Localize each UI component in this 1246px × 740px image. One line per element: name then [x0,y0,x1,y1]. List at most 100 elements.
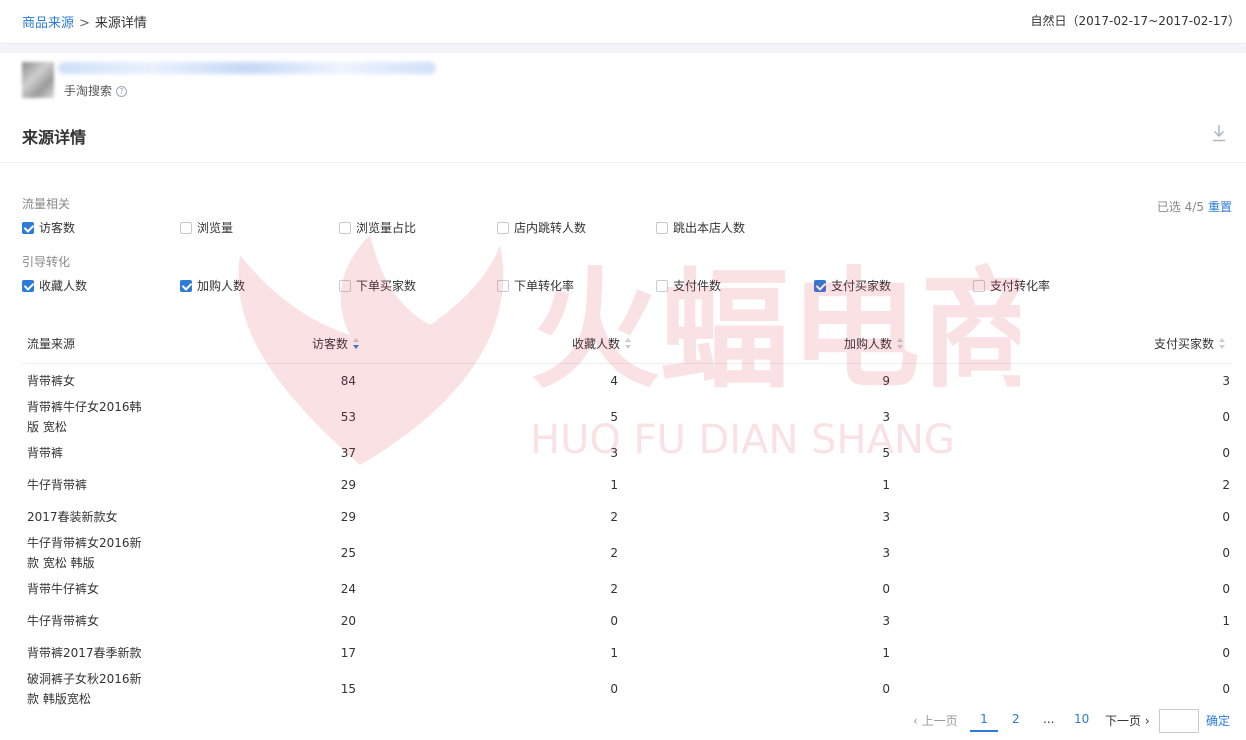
checkbox-paid-buyers[interactable]: 支付买家数 [814,277,891,294]
cell-visitors: 84 [340,374,356,388]
help-icon[interactable]: ? [116,86,128,97]
pagination-page-10[interactable]: 10 [1074,712,1089,726]
selected-count: 已选 4/5 [1156,200,1204,214]
cell-favorites: 2 [610,510,618,524]
cell-visitors: 17 [340,646,356,660]
cell-source-name: 牛仔背带裤女 [27,614,100,628]
checkbox-checked-icon [814,280,826,292]
pagination-page-1[interactable]: 1 [970,712,998,732]
sort-icon[interactable] [352,338,360,350]
section-title: 来源详情 [22,128,87,147]
checkbox-bounce-count[interactable]: 跳出本店人数 [656,219,745,236]
cell-buyers: 0 [1222,582,1230,596]
table-header: 流量来源 访客数 收藏人数 加购人数 支付买家数 [22,324,1232,364]
cell-source-name: 背带裤 [27,446,64,460]
table-row: 背带裤2017春季新款 17 1 1 0 [22,643,1232,663]
pagination-ellipsis: ... [1043,712,1055,726]
checkbox-checked-icon [22,222,34,234]
cell-buyers: 3 [1222,374,1230,388]
checkbox-order-buyers[interactable]: 下单买家数 [339,277,416,294]
cell-source-name: 背带牛仔裤女 [27,582,100,596]
source-name: 手淘搜索 [64,84,113,98]
checkbox-visitors[interactable]: 访客数 [22,219,75,236]
table-row: 破洞裤子女秋2016新款 韩版宽松 15 0 0 0 [22,672,1232,706]
sort-icon[interactable] [896,338,904,350]
cell-visitors: 29 [340,478,356,492]
table-row: 背带裤 37 3 5 0 [22,443,1232,463]
cell-buyers: 2 [1222,478,1230,492]
checkbox-paid-conversion[interactable]: 支付转化率 [973,277,1050,294]
pagination-page-2[interactable]: 2 [1012,712,1020,726]
checkbox-label: 访客数 [39,221,76,235]
checkbox-checked-icon [180,280,192,292]
checkbox-label: 收藏人数 [39,279,88,293]
breadcrumb-current: 来源详情 [94,16,147,31]
breadcrumb: 商品来源 > 来源详情 [22,12,147,31]
col-header-source: 流量来源 [27,337,76,351]
cell-source-name: 牛仔背带裤 [27,478,88,492]
cell-favorites: 0 [610,682,618,696]
checkbox-empty-icon [180,222,192,234]
date-range-selector[interactable]: 自然日（2017-02-17~2017-02-17） [1030,12,1240,29]
checkbox-pageviews[interactable]: 浏览量 [180,219,233,236]
cell-buyers: 0 [1222,646,1230,660]
selection-info: 已选 4/5 重置 [1157,198,1232,215]
sort-icon[interactable] [624,338,632,350]
cell-favorites: 2 [610,582,618,596]
checkbox-label: 浏览量 [197,221,234,235]
download-icon[interactable] [1212,124,1226,142]
checkbox-inshop-jumps[interactable]: 店内跳转人数 [497,219,586,236]
filter-group-conversion-label: 引导转化 [22,255,71,269]
col-header-cart[interactable]: 加购人数 [844,335,904,352]
cell-cart: 3 [882,546,890,560]
col-header-buyers[interactable]: 支付买家数 [1154,335,1226,352]
cell-cart: 3 [882,510,890,524]
cell-cart: 1 [882,478,890,492]
cell-favorites: 2 [610,546,618,560]
cell-favorites: 1 [610,646,618,660]
sort-icon[interactable] [1218,338,1226,350]
blurred-title [58,62,436,74]
table-row: 2017春装新款女 29 2 3 0 [22,507,1232,527]
col-header-visitors[interactable]: 访客数 [312,335,360,352]
cell-cart: 1 [882,646,890,660]
filter-group-traffic-label: 流量相关 [22,197,71,211]
checkbox-paid-items[interactable]: 支付件数 [656,277,721,294]
cell-source-name: 背带裤女 [27,374,76,388]
pagination-next-button[interactable]: 下一页 › [1105,712,1150,729]
col-header-label: 支付买家数 [1153,337,1214,351]
checkbox-add-to-cart[interactable]: 加购人数 [180,277,245,294]
prev-label: 上一页 [921,714,958,728]
pagination-page-input[interactable] [1159,709,1199,733]
table-row: 牛仔背带裤 29 1 1 2 [22,475,1232,495]
cell-buyers: 0 [1222,510,1230,524]
checkbox-empty-icon [656,280,668,292]
cell-visitors: 37 [340,446,356,460]
pagination-confirm-button[interactable]: 确定 [1206,712,1230,729]
col-header-label: 访客数 [311,337,348,351]
col-header-favorites[interactable]: 收藏人数 [572,335,632,352]
cell-favorites: 0 [610,614,618,628]
cell-buyers: 0 [1222,446,1230,460]
cell-cart: 3 [882,614,890,628]
checkbox-favorites[interactable]: 收藏人数 [22,277,87,294]
checkbox-order-conversion[interactable]: 下单转化率 [497,277,574,294]
cell-source-name: 破洞裤子女秋2016新款 韩版宽松 [27,672,142,706]
reset-link[interactable]: 重置 [1208,200,1232,214]
pagination-prev-button[interactable]: ‹ 上一页 [913,712,958,729]
col-header-label: 加购人数 [843,337,892,351]
checkbox-empty-icon [339,280,351,292]
cell-source-name: 背带裤2017春季新款 [27,646,142,660]
cell-cart: 3 [882,410,890,424]
checkbox-label: 下单转化率 [514,279,575,293]
checkbox-empty-icon [497,222,509,234]
breadcrumb-link-product-source[interactable]: 商品来源 [22,16,74,31]
cell-favorites: 5 [610,410,618,424]
cell-buyers: 0 [1222,682,1230,696]
checkbox-pageview-ratio[interactable]: 浏览量占比 [339,219,416,236]
checkbox-empty-icon [497,280,509,292]
source-name-row: 手淘搜索? [64,82,128,99]
checkbox-label: 支付买家数 [831,279,892,293]
table-row: 牛仔背带裤女 20 0 3 1 [22,611,1232,631]
date-range-text: 自然日（2017-02-17~2017-02-17） [1030,14,1240,28]
